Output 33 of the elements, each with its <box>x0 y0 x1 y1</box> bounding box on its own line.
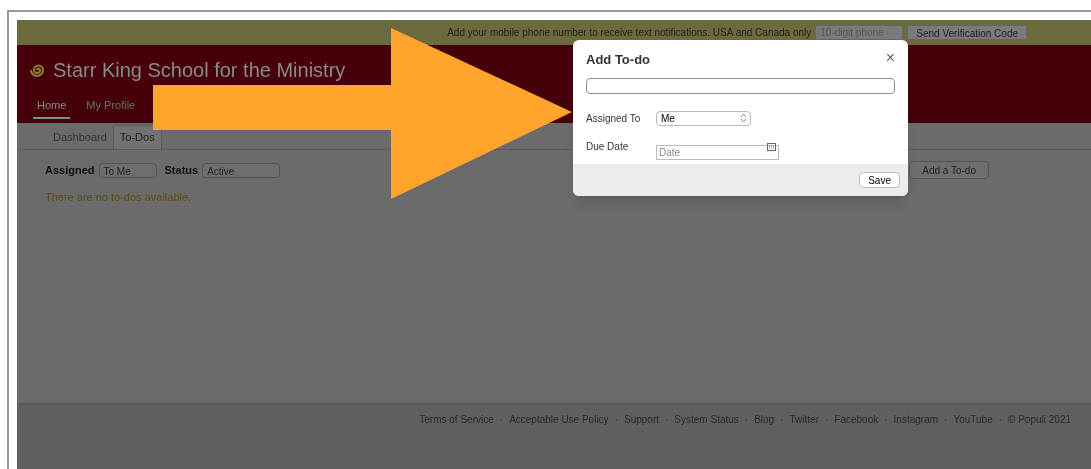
todo-text-field[interactable] <box>586 77 895 94</box>
nav-link[interactable]: My Profile <box>86 97 136 119</box>
filter-select[interactable]: Active <box>202 162 281 178</box>
add-todo-button[interactable]: Add a To-do <box>909 161 989 179</box>
assigned-label: Assigned To <box>586 111 642 126</box>
filter-label: Status <box>164 162 199 178</box>
select-arrows-icon <box>741 114 746 122</box>
due-date-field[interactable]: Date <box>656 144 779 160</box>
separator: · <box>944 413 948 426</box>
separator: · <box>614 413 618 426</box>
nav-link[interactable]: Home <box>33 97 71 119</box>
separator: · <box>884 413 888 426</box>
assigned-select[interactable]: Me <box>656 110 751 126</box>
save-button[interactable]: Save <box>859 172 900 188</box>
tab[interactable]: To-Dos <box>112 125 162 149</box>
separator: · <box>744 413 749 426</box>
separator: · <box>499 413 504 426</box>
filter-label: Assigned <box>45 162 95 178</box>
tab[interactable]: Dashboard <box>47 125 113 149</box>
spiral-logo-icon <box>29 62 45 78</box>
calendar-icon <box>767 141 776 151</box>
separator: · <box>665 413 669 426</box>
separator: · <box>780 413 784 426</box>
banner-text: Add your mobile phone number to receive text notifications. USA and Canada only <box>447 26 812 40</box>
send-code-button[interactable]: Send Verification Code <box>907 25 1027 40</box>
due-date-label: Due Date <box>586 139 630 154</box>
close-button[interactable]: × <box>885 50 895 66</box>
dialog-title: Add To-do <box>586 51 650 69</box>
school-name: Starr King School for the Ministry <box>53 58 346 83</box>
separator: · <box>824 413 829 426</box>
empty-message: There are no to-dos available. <box>44 190 193 205</box>
separator: · <box>998 413 1003 426</box>
filter-select[interactable]: To Me <box>98 162 157 178</box>
